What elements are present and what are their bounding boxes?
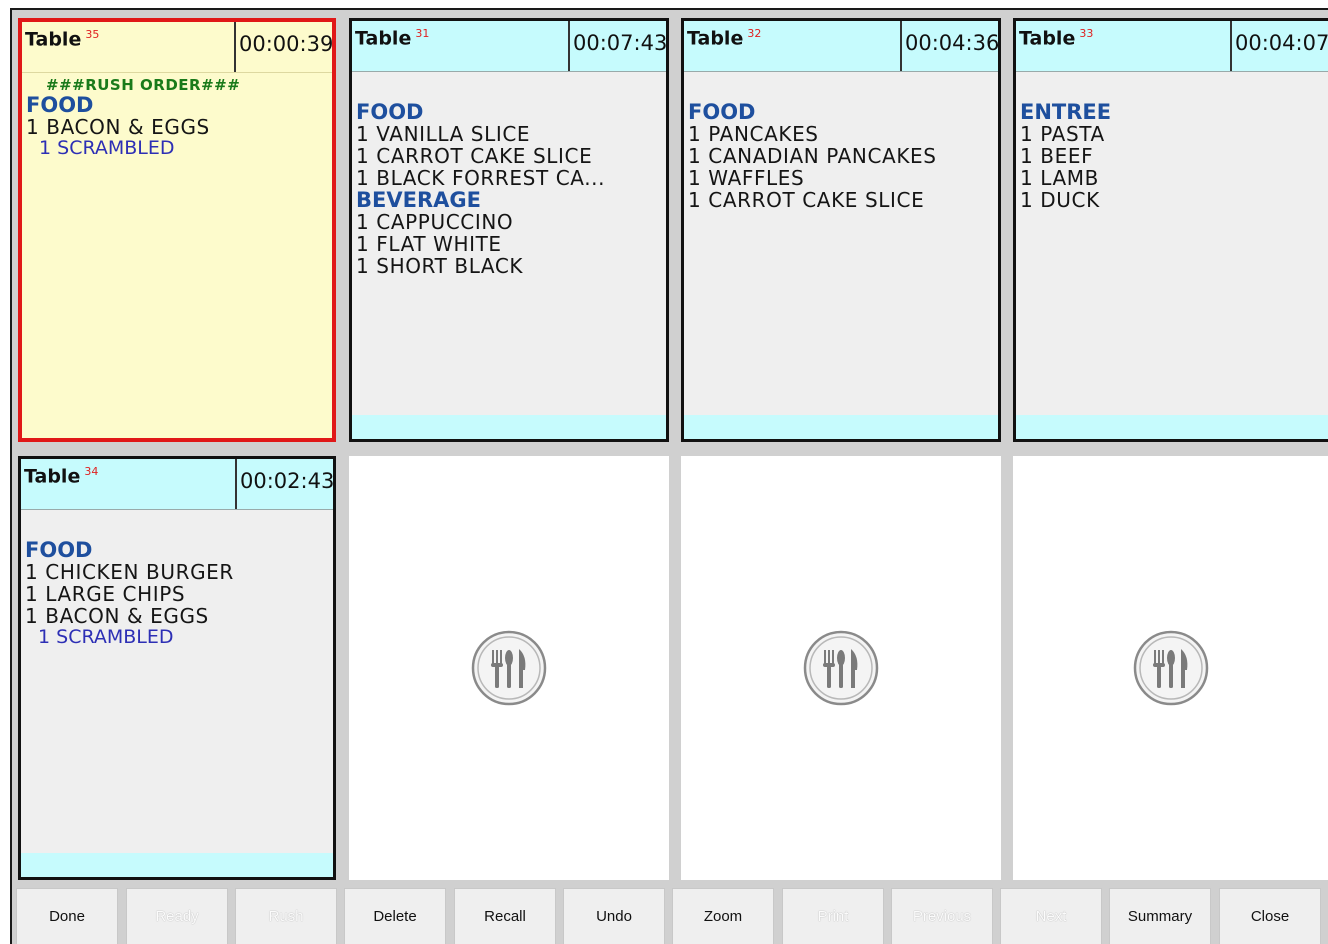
order-item: 1 LARGE CHIPS [25,582,186,606]
cutlery-plate-icon [803,630,879,706]
ticket-body: ###RUSH ORDER### FOOD 1 BACON & EGGS 1 S… [26,72,330,158]
order-item: 1 CHICKEN BURGER [25,560,234,584]
ready-button[interactable]: Ready [126,888,228,944]
close-button[interactable]: Close [1219,888,1321,944]
empty-ticket-slot [1013,456,1328,880]
order-item: 1 DUCK [1020,188,1100,212]
ticket-footer [21,853,333,877]
order-item: 1 CARROT CAKE SLICE [356,144,593,168]
ticket-header: Table 34 00:02:43 [21,459,333,510]
table-label: Table 32 [687,27,762,50]
print-button[interactable]: Print [782,888,884,944]
order-ticket[interactable]: Table 32 00:04:36 FOOD 1 PANCAKES 1 CANAD… [681,18,1001,442]
next-button[interactable]: Next [1000,888,1102,944]
ticket-timer: 00:04:36 [900,21,998,71]
order-ticket[interactable]: Table 33 00:04:07 ENTREE 1 PASTA 1 BEEF 1… [1013,18,1328,442]
order-item: 1 VANILLA SLICE [356,122,531,146]
order-item: 1 WAFFLES [688,166,805,190]
table-label: Table 35 [25,28,100,51]
table-number: 35 [85,28,100,41]
ticket-header: Table 35 00:00:39 [22,22,332,73]
done-button[interactable]: Done [16,888,118,944]
order-item: 1 CAPPUCCINO [356,210,514,234]
order-ticket[interactable]: Table 31 00:07:43 FOOD 1 VANILLA SLICE 1 … [349,18,669,442]
ticket-body: FOOD 1 PANCAKES 1 CANADIAN PANCAKES 1 WA… [688,101,996,211]
undo-button[interactable]: Undo [563,888,665,944]
cutlery-plate-icon [1133,630,1208,706]
table-number: 34 [84,465,99,478]
order-item: 1 PANCAKES [688,122,819,146]
ticket-timer: 00:07:43 [568,21,666,71]
category-heading: FOOD [688,100,756,124]
order-item: 1 BLACK FORREST CA... [356,166,606,190]
category-heading: BEVERAGE [356,188,481,212]
rush-order-banner: ###RUSH ORDER### [46,76,241,94]
category-heading: FOOD [356,100,424,124]
category-heading: FOOD [26,93,94,117]
ticket-timer: 00:02:43 [235,459,333,509]
table-number: 32 [747,27,762,40]
category-heading: FOOD [25,538,93,562]
order-item: 1 SHORT BLACK [356,254,524,278]
order-item: 1 BACON & EGGS [25,604,209,628]
ticket-body: FOOD 1 VANILLA SLICE 1 CARROT CAKE SLICE… [356,101,664,277]
ticket-body: ENTREE 1 PASTA 1 BEEF 1 LAMB 1 DUCK [1020,101,1326,211]
ticket-body: FOOD 1 CHICKEN BURGER 1 LARGE CHIPS 1 BA… [25,539,331,647]
table-number: 31 [415,27,430,40]
previous-button[interactable]: Previous [891,888,993,944]
ticket-header: Table 33 00:04:07 [1016,21,1328,72]
category-heading: ENTREE [1020,100,1112,124]
cutlery-plate-icon [471,630,547,706]
order-item: 1 BACON & EGGS [26,115,210,139]
delete-button[interactable]: Delete [344,888,446,944]
table-label: Table 34 [24,465,99,488]
ticket-header: Table 32 00:04:36 [684,21,998,72]
table-number: 33 [1079,27,1094,40]
order-item: 1 PASTA [1020,122,1105,146]
order-item: 1 CANADIAN PANCAKES [688,144,937,168]
order-item: 1 CARROT CAKE SLICE [688,188,925,212]
empty-ticket-slot [681,456,1001,880]
recall-button[interactable]: Recall [454,888,556,944]
table-label: Table 31 [355,27,430,50]
ticket-header: Table 31 00:07:43 [352,21,666,72]
order-ticket[interactable]: Table 34 00:02:43 FOOD 1 CHICKEN BURGER 1… [18,456,336,880]
table-label: Table 33 [1019,27,1094,50]
order-item: 1 BEEF [1020,144,1094,168]
zoom-button[interactable]: Zoom [672,888,774,944]
summary-button[interactable]: Summary [1109,888,1211,944]
item-modifier: 1 SCRAMBLED [38,626,174,648]
order-item: 1 FLAT WHITE [356,232,502,256]
ticket-timer: 00:04:07 [1230,21,1328,71]
ticket-footer [352,415,666,439]
item-modifier: 1 SCRAMBLED [39,137,175,159]
ticket-footer [684,415,998,439]
empty-ticket-slot [349,456,669,880]
ticket-timer: 00:00:39 [234,22,332,72]
order-item: 1 LAMB [1020,166,1099,190]
ticket-footer [1016,415,1328,439]
rush-button[interactable]: Rush [235,888,337,944]
order-ticket[interactable]: Table 35 00:00:39 ###RUSH ORDER### FOOD 1… [18,18,336,442]
